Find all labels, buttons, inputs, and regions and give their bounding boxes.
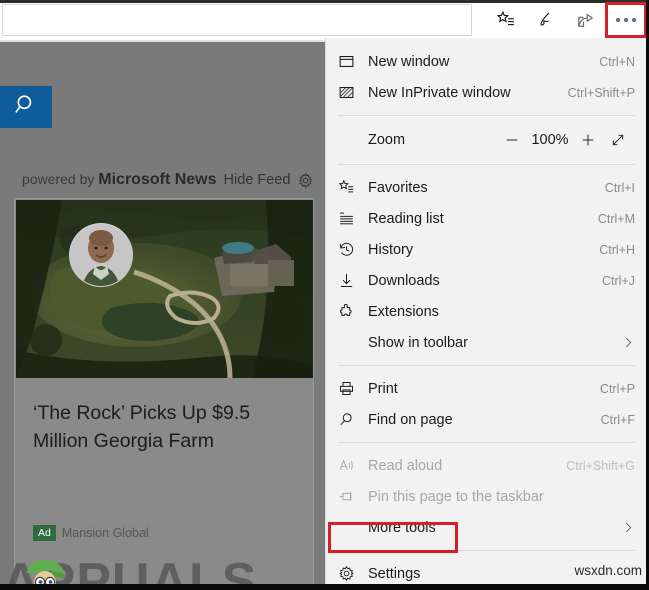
menu-section-tools: Print Ctrl+P Find on page Ctrl+F [326, 373, 649, 435]
menu-item-label: New InPrivate window [368, 84, 511, 101]
menu-divider [338, 550, 635, 551]
wsxdn-watermark: wsxdn.com [574, 563, 642, 578]
menu-item-accelerator: Ctrl+J [602, 273, 635, 288]
menu-section-hub: Favorites Ctrl+I Reading list Ctrl+M His… [326, 172, 649, 358]
news-card-source: Mansion Global [61, 526, 149, 540]
edge-settings-menu: New window Ctrl+N New InPrivate window C… [325, 38, 649, 590]
menu-item-accelerator: Ctrl+Shift+G [566, 458, 635, 473]
extensions-puzzle-icon [338, 303, 368, 320]
menu-item-label: Show in toolbar [368, 334, 468, 351]
menu-item-history[interactable]: History Ctrl+H [326, 234, 649, 265]
menu-item-label: Find on page [368, 411, 453, 428]
menu-item-accelerator: Ctrl+F [600, 412, 635, 427]
inprivate-window-icon [338, 84, 368, 101]
menu-item-label: Pin this page to the taskbar [368, 488, 544, 505]
menu-divider [338, 115, 635, 116]
menu-item-label: Read aloud [368, 457, 443, 474]
favorites-star-icon [338, 179, 368, 196]
zoom-out-icon[interactable] [497, 126, 527, 154]
history-clock-icon [338, 241, 368, 258]
menu-item-read-aloud: Read aloud Ctrl+Shift+G [326, 450, 649, 481]
downloads-arrow-icon [338, 272, 368, 289]
window-top-edge [0, 0, 649, 3]
menu-item-label: New window [368, 53, 450, 70]
feed-powered-by: powered by Microsoft News [22, 171, 217, 188]
menu-item-accelerator: Ctrl+N [599, 54, 635, 69]
menu-item-favorites[interactable]: Favorites Ctrl+I [326, 172, 649, 203]
browser-toolbar [486, 4, 646, 36]
menu-divider [338, 164, 635, 165]
feed-gear-icon[interactable] [297, 172, 314, 189]
favorites-toolbar-button[interactable] [486, 4, 526, 36]
menu-item-label: History [368, 241, 414, 258]
chevron-right-icon [622, 521, 635, 534]
menu-item-accelerator: Ctrl+H [599, 242, 635, 257]
menu-item-new-inprivate-window[interactable]: New InPrivate window Ctrl+Shift+P [326, 77, 649, 108]
zoom-in-icon[interactable] [573, 126, 603, 154]
menu-item-accelerator: Ctrl+I [604, 180, 635, 195]
more-toolbar-button[interactable] [606, 4, 646, 36]
portrait-inset [69, 223, 133, 287]
news-card-footer: Ad Mansion Global [33, 525, 149, 541]
news-card[interactable]: ‘The Rock’ Picks Up $9.5 Million Georgia… [14, 198, 314, 590]
menu-section-windows: New window Ctrl+N New InPrivate window C… [326, 38, 649, 108]
search-magnifier-icon [338, 411, 368, 428]
menu-item-print[interactable]: Print Ctrl+P [326, 373, 649, 404]
search-magnifier-icon [13, 92, 39, 123]
read-aloud-icon [338, 457, 368, 474]
menu-item-label: Favorites [368, 179, 428, 196]
news-card-photo [16, 200, 313, 378]
menu-item-label: Print [368, 380, 398, 397]
page-search-button[interactable] [0, 86, 52, 128]
notes-toolbar-button[interactable] [526, 4, 566, 36]
menu-divider [338, 442, 635, 443]
menu-item-extensions[interactable]: Extensions [326, 296, 649, 327]
favorites-star-icon [496, 10, 516, 30]
chevron-right-icon [622, 336, 635, 349]
menu-section-more: Read aloud Ctrl+Shift+G Pin this page to… [326, 450, 649, 543]
menu-item-find-on-page[interactable]: Find on page Ctrl+F [326, 404, 649, 435]
menu-item-label: Reading list [368, 210, 444, 227]
menu-item-pin-to-taskbar: Pin this page to the taskbar [326, 481, 649, 512]
window-bottom-edge [0, 584, 649, 590]
zoom-label: Zoom [368, 132, 406, 148]
menu-divider [338, 365, 635, 366]
menu-item-new-window[interactable]: New window Ctrl+N [326, 46, 649, 77]
screenshot-root: powered by Microsoft News Hide Feed ‘The… [0, 0, 649, 590]
pen-note-icon [536, 10, 556, 30]
share-icon [576, 10, 596, 30]
menu-item-accelerator: Ctrl+P [599, 381, 635, 396]
zoom-controls: 100% [497, 126, 633, 154]
pin-icon [338, 488, 368, 505]
menu-item-downloads[interactable]: Downloads Ctrl+J [326, 265, 649, 296]
hide-feed-button[interactable]: Hide Feed [224, 172, 291, 188]
feed-bar: powered by Microsoft News Hide Feed [22, 171, 314, 189]
menu-item-label: More tools [368, 519, 436, 536]
menu-item-more-tools[interactable]: More tools [326, 512, 649, 543]
share-toolbar-button[interactable] [566, 4, 606, 36]
new-window-icon [338, 53, 368, 70]
reading-list-icon [338, 210, 368, 227]
menu-item-accelerator: Ctrl+Shift+P [567, 85, 635, 100]
news-card-headline: ‘The Rock’ Picks Up $9.5 Million Georgia… [33, 402, 251, 452]
menu-item-accelerator: Ctrl+M [597, 211, 635, 226]
menu-zoom-row: Zoom 100% [326, 123, 649, 157]
menu-item-show-in-toolbar[interactable]: Show in toolbar [326, 327, 649, 358]
ad-badge: Ad [33, 525, 56, 541]
browser-chrome [0, 0, 649, 40]
menu-item-label: Extensions [368, 303, 439, 320]
gear-icon [338, 565, 368, 582]
fullscreen-icon[interactable] [603, 126, 633, 154]
printer-icon [338, 380, 368, 397]
menu-item-label: Downloads [368, 272, 440, 289]
zoom-value: 100% [531, 132, 569, 148]
menu-item-reading-list[interactable]: Reading list Ctrl+M [326, 203, 649, 234]
ellipsis-icon [616, 18, 636, 22]
address-bar-input[interactable] [2, 4, 472, 36]
